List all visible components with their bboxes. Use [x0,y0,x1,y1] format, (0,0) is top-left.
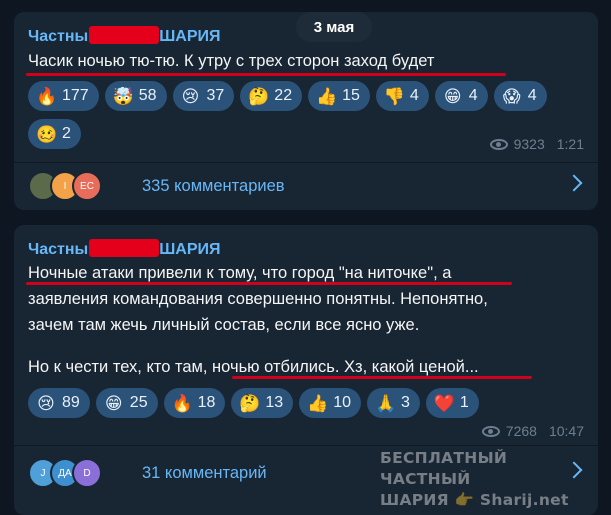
date-pill: 3 мая [296,12,372,42]
reaction-chip[interactable]: ❤️ 1 [425,388,479,418]
reaction-emoji-icon: 🤯 [112,86,134,106]
reaction-count: 3 [400,394,410,411]
message-text-line: зачем там жечь личный состав, если все я… [28,316,420,334]
reaction-chip[interactable]: 🥴 2 [28,119,81,149]
reaction-count: 22 [274,87,293,104]
timestamp: 1:21 [556,136,584,152]
reaction-count: 10 [333,394,351,411]
reaction-emoji-icon: 😢 [181,86,200,106]
red-underline [232,376,532,379]
reaction-emoji-icon: 🔥 [36,86,58,106]
reaction-emoji-icon: 👍 [307,393,329,413]
redaction-mark [89,239,160,257]
reaction-count: 1 [459,394,469,411]
watermark: БЕСПЛАТНЫЙ ЧАСТНЫЙ ШАРИЯ 👉 Sharij.net [380,449,569,509]
message-text-line: заявления командования совершенно понятн… [28,290,488,308]
reaction-emoji-icon: 🤔 [239,393,261,413]
reaction-emoji-icon: 👍 [316,86,338,106]
reaction-emoji-icon: 😢 [37,393,55,413]
reaction-count: 89 [62,394,80,411]
reaction-chip[interactable]: 👍 15 [308,81,370,111]
reaction-emoji-icon: ❤️ [433,393,456,413]
reaction-emoji-icon: 👎 [383,86,406,106]
reaction-chip[interactable]: 🔥 18 [163,388,226,418]
views-count: 7268 [505,423,537,439]
reactions-bar: 😢 89 😁 25 🔥 18 🤔 13 👍 10 🙏 3 ❤️ 1 [28,388,588,418]
reaction-count: 177 [62,87,89,104]
red-underline [26,73,506,76]
reaction-emoji-icon: 🔥 [171,393,193,413]
channel-name[interactable]: Частны ШАРИЯ [28,239,221,259]
reaction-count: 58 [138,87,157,104]
timestamp: 10:47 [548,423,584,439]
commenter-avatars: I ЕС [28,171,128,201]
reaction-count: 4 [409,87,419,104]
reaction-count: 15 [342,87,360,104]
reaction-count: 4 [468,87,478,104]
reaction-emoji-icon: 😁 [104,393,123,413]
reaction-emoji-icon: 🤔 [248,86,270,106]
reaction-chip[interactable]: 🤯 58 [104,81,167,111]
reaction-chip[interactable]: 👍 10 [299,388,361,418]
avatar: D [72,458,102,488]
reaction-count: 18 [197,394,216,411]
comments-count: 335 комментариев [142,176,285,195]
commenter-avatars: J ДА D [28,458,128,488]
eye-icon [489,138,508,150]
reaction-count: 13 [265,394,284,411]
reaction-emoji-icon: 😱 [502,86,521,106]
reaction-chip[interactable]: 😢 89 [28,388,90,418]
reaction-emoji-icon: 😁 [443,86,462,106]
views-count: 9323 [513,136,545,152]
eye-icon [481,425,500,437]
avatar: ЕС [72,171,102,201]
red-underline [26,282,512,285]
reaction-chip[interactable]: 🤔 13 [231,388,294,418]
divider [14,162,598,163]
reaction-chip[interactable]: 😢 37 [172,81,235,111]
comments-button[interactable]: I ЕС 335 комментариев [28,166,584,206]
reaction-count: 37 [206,87,225,104]
message-meta: 7268 10:47 [481,423,584,439]
reaction-chip[interactable]: 😁 25 [95,388,158,418]
reaction-chip[interactable]: 😱 4 [493,81,547,111]
chevron-right-icon [565,174,583,192]
divider [14,445,598,446]
reaction-chip[interactable]: 🤔 22 [240,81,303,111]
reaction-emoji-icon: 🥴 [36,124,58,144]
reaction-chip[interactable]: 👎 4 [375,81,429,111]
reaction-count: 2 [62,125,71,142]
channel-name[interactable]: Частны ШАРИЯ [28,26,221,46]
reaction-chip[interactable]: 🙏 3 [366,388,420,418]
reaction-count: 4 [527,87,537,104]
reaction-chip[interactable]: 🔥 177 [28,81,99,111]
reaction-chip[interactable]: 😁 4 [434,81,488,111]
message-meta: 9323 1:21 [489,136,584,152]
message-text: Часик ночью тю-тю. К утру с трех сторон … [28,52,435,70]
redaction-mark [89,26,160,44]
comments-count: 31 комментарий [142,463,267,482]
message-bubble: Частны ШАРИЯ Часик ночью тю-тю. К утру с … [14,12,598,210]
reaction-emoji-icon: 🙏 [374,393,397,413]
reaction-count: 25 [129,394,148,411]
